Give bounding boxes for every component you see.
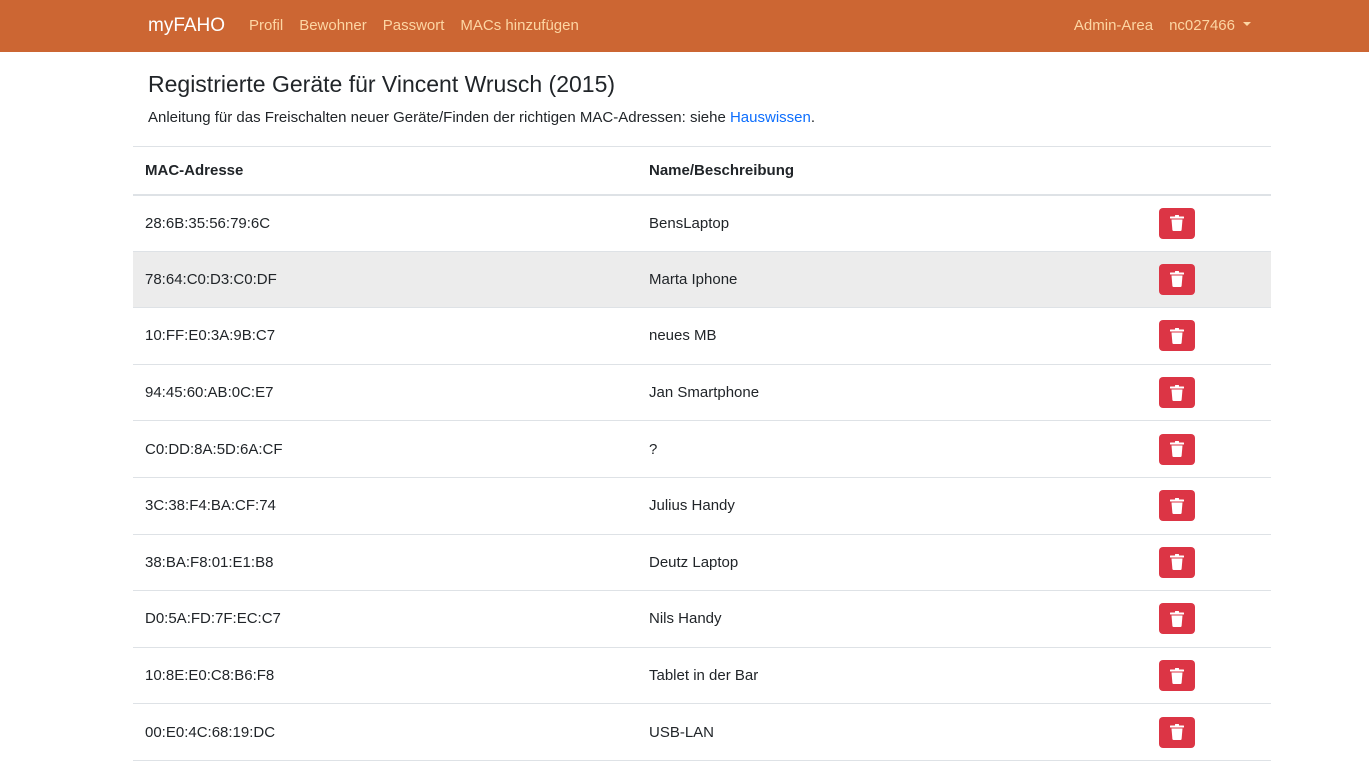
- navbar: myFAHO Profil Bewohner Passwort MACs hin…: [0, 0, 1369, 52]
- mac-cell: 3C:38:F4:BA:CF:74: [133, 477, 637, 535]
- delete-button[interactable]: [1159, 377, 1195, 409]
- user-dropdown-label: nc027466: [1169, 17, 1235, 34]
- trash-icon: [1170, 610, 1184, 627]
- intro-text-body: Anleitung für das Freischalten neuer Ger…: [148, 109, 730, 126]
- table-row: 78:64:C0:D3:C0:DF Marta Iphone: [133, 251, 1271, 309]
- trash-icon: [1170, 215, 1184, 232]
- nav-main: Profil Bewohner Passwort MACs hinzufügen: [249, 16, 595, 36]
- brand-link[interactable]: myFAHO: [148, 14, 225, 38]
- intro-text-end: .: [810, 109, 816, 126]
- table-row: 38:BA:F8:01:E1:B8 Deutz Laptop: [133, 534, 1271, 592]
- delete-button[interactable]: [1159, 603, 1195, 635]
- delete-button[interactable]: [1159, 433, 1195, 465]
- table-row: D0:5A:FD:7F:EC:C7 Nils Handy: [133, 590, 1271, 648]
- action-cell: [1140, 194, 1271, 252]
- mac-cell: D0:5A:FD:7F:EC:C7: [133, 590, 637, 648]
- delete-button[interactable]: [1159, 660, 1195, 692]
- name-cell: Deutz Laptop: [637, 534, 1140, 592]
- trash-icon: [1170, 667, 1184, 684]
- nav-right: Admin-Area nc027466: [1058, 16, 1251, 36]
- mac-cell: C0:DD:8A:5D:6A:CF: [133, 420, 637, 478]
- table-row: 3C:38:F4:BA:CF:74 Julius Handy: [133, 477, 1271, 535]
- mac-cell: 10:FF:E0:3A:9B:C7: [133, 307, 637, 365]
- delete-button[interactable]: [1159, 716, 1195, 748]
- page-title: Registrierte Geräte für Vincent Wrusch (…: [148, 71, 616, 97]
- trash-icon: [1170, 327, 1184, 344]
- trash-icon: [1170, 441, 1184, 458]
- table-row: 10:8E:E0:C8:B6:F8 Tablet in der Bar: [133, 647, 1271, 705]
- mac-cell: 00:E0:4C:68:19:DC: [133, 703, 637, 761]
- nav-link-passwort[interactable]: Passwort: [383, 16, 445, 36]
- trash-icon: [1170, 497, 1184, 514]
- hauswissen-link[interactable]: Hauswissen: [730, 109, 811, 126]
- column-header-actions: [1140, 146, 1271, 196]
- table-header-row: MAC-Adresse Name/Beschreibung: [133, 146, 1271, 196]
- delete-button[interactable]: [1159, 320, 1195, 352]
- name-cell: Julius Handy: [637, 477, 1140, 535]
- trash-icon: [1170, 724, 1184, 741]
- nav-link-macs-hinzufuegen[interactable]: MACs hinzufügen: [460, 16, 578, 36]
- table-row: 28:6B:35:56:79:6C BensLaptop: [133, 194, 1271, 252]
- column-header-mac: MAC-Adresse: [133, 146, 637, 196]
- delete-button[interactable]: [1159, 207, 1195, 239]
- action-cell: [1140, 420, 1271, 478]
- action-cell: [1140, 590, 1271, 648]
- nav-link-admin-area[interactable]: Admin-Area: [1074, 16, 1153, 36]
- name-cell: ?: [637, 420, 1140, 478]
- nav-link-bewohner[interactable]: Bewohner: [299, 16, 367, 36]
- caret-down-icon: [1243, 22, 1251, 27]
- table-row: C0:DD:8A:5D:6A:CF ?: [133, 420, 1271, 478]
- action-cell: [1140, 534, 1271, 592]
- name-cell: neues MB: [637, 307, 1140, 365]
- name-cell: Tablet in der Bar: [637, 647, 1140, 705]
- action-cell: [1140, 477, 1271, 535]
- name-cell: USB-LAN: [637, 703, 1140, 761]
- trash-icon: [1170, 554, 1184, 571]
- name-cell: Jan Smartphone: [637, 364, 1140, 422]
- mac-cell: 94:45:60:AB:0C:E7: [133, 364, 637, 422]
- mac-cell: 28:6B:35:56:79:6C: [133, 194, 637, 252]
- intro-text: Anleitung für das Freischalten neuer Ger…: [148, 108, 815, 128]
- delete-button[interactable]: [1159, 546, 1195, 578]
- table-row: 94:45:60:AB:0C:E7 Jan Smartphone: [133, 364, 1271, 422]
- delete-button[interactable]: [1159, 490, 1195, 522]
- trash-icon: [1170, 384, 1184, 401]
- devices-table: MAC-Adresse Name/Beschreibung 28:6B:35:5…: [133, 146, 1271, 761]
- user-dropdown[interactable]: nc027466: [1169, 16, 1251, 36]
- delete-button[interactable]: [1159, 263, 1195, 295]
- mac-cell: 78:64:C0:D3:C0:DF: [133, 251, 637, 309]
- action-cell: [1140, 703, 1271, 761]
- trash-icon: [1170, 271, 1184, 288]
- column-header-name: Name/Beschreibung: [637, 146, 1140, 196]
- table-row: 00:E0:4C:68:19:DC USB-LAN: [133, 703, 1271, 761]
- action-cell: [1140, 307, 1271, 365]
- mac-cell: 10:8E:E0:C8:B6:F8: [133, 647, 637, 705]
- table-row: 10:FF:E0:3A:9B:C7 neues MB: [133, 307, 1271, 365]
- action-cell: [1140, 251, 1271, 309]
- mac-cell: 38:BA:F8:01:E1:B8: [133, 534, 637, 592]
- action-cell: [1140, 647, 1271, 705]
- nav-link-profil[interactable]: Profil: [249, 16, 283, 36]
- name-cell: BensLaptop: [637, 194, 1140, 252]
- action-cell: [1140, 364, 1271, 422]
- name-cell: Nils Handy: [637, 590, 1140, 648]
- name-cell: Marta Iphone: [637, 251, 1140, 309]
